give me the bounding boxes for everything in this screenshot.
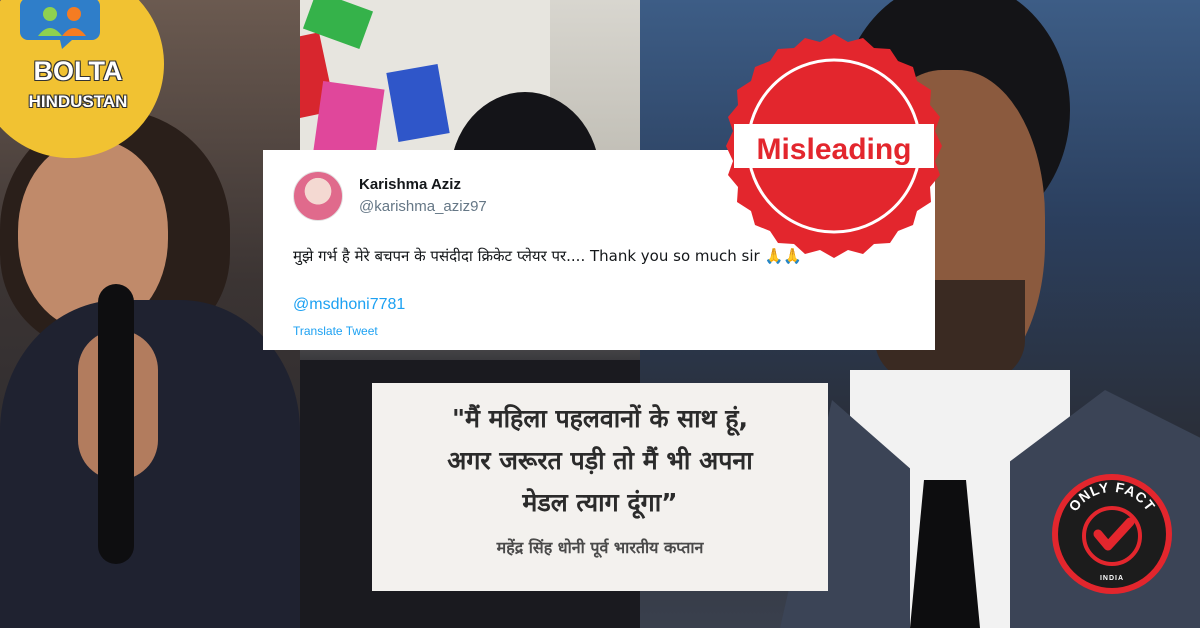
bolta-hindustan-logo: BOLTA HINDUSTAN [0, 0, 164, 158]
logo-line1: BOLTA [33, 56, 123, 86]
translate-tweet-link[interactable]: Translate Tweet [293, 324, 378, 338]
people-speech-bubble-icon [20, 0, 100, 49]
tshirt-pink-patch [313, 81, 385, 159]
quote-line-2: अगर जरूरत पड़ी तो मैं भी अपना [447, 446, 753, 475]
tweet-body: मुझे गर्भ है मेरे बचपन के पसंदीदा क्रिके… [293, 247, 760, 265]
badge-bottom-text: INDIA [1100, 575, 1124, 582]
only-fact-badge: ONLY FACT INDIA [1052, 474, 1172, 594]
tweet-author-handle[interactable]: @karishma_aziz97 [359, 198, 487, 215]
tweet-mention-link[interactable]: @msdhoni7781 [293, 296, 405, 314]
stamp-label: Misleading [756, 133, 911, 166]
tweet-author-name[interactable]: Karishma Aziz [359, 176, 461, 193]
quote-box: "मैं महिला पहलवानों के साथ हूं, अगर जरूर… [372, 383, 828, 591]
quote-line-1: "मैं महिला पहलवानों के साथ हूं, [451, 404, 749, 433]
misleading-stamp: Misleading [726, 34, 942, 258]
quote-line-3: मेडल त्याग दूंगा” [522, 488, 678, 517]
logo-line2: HINDUSTAN [28, 92, 128, 111]
avatar[interactable] [293, 171, 343, 221]
quote-attribution: महेंद्र सिंह धोनी पूर्व भारतीय कप्तान [496, 538, 704, 557]
microphone-icon [98, 284, 134, 564]
